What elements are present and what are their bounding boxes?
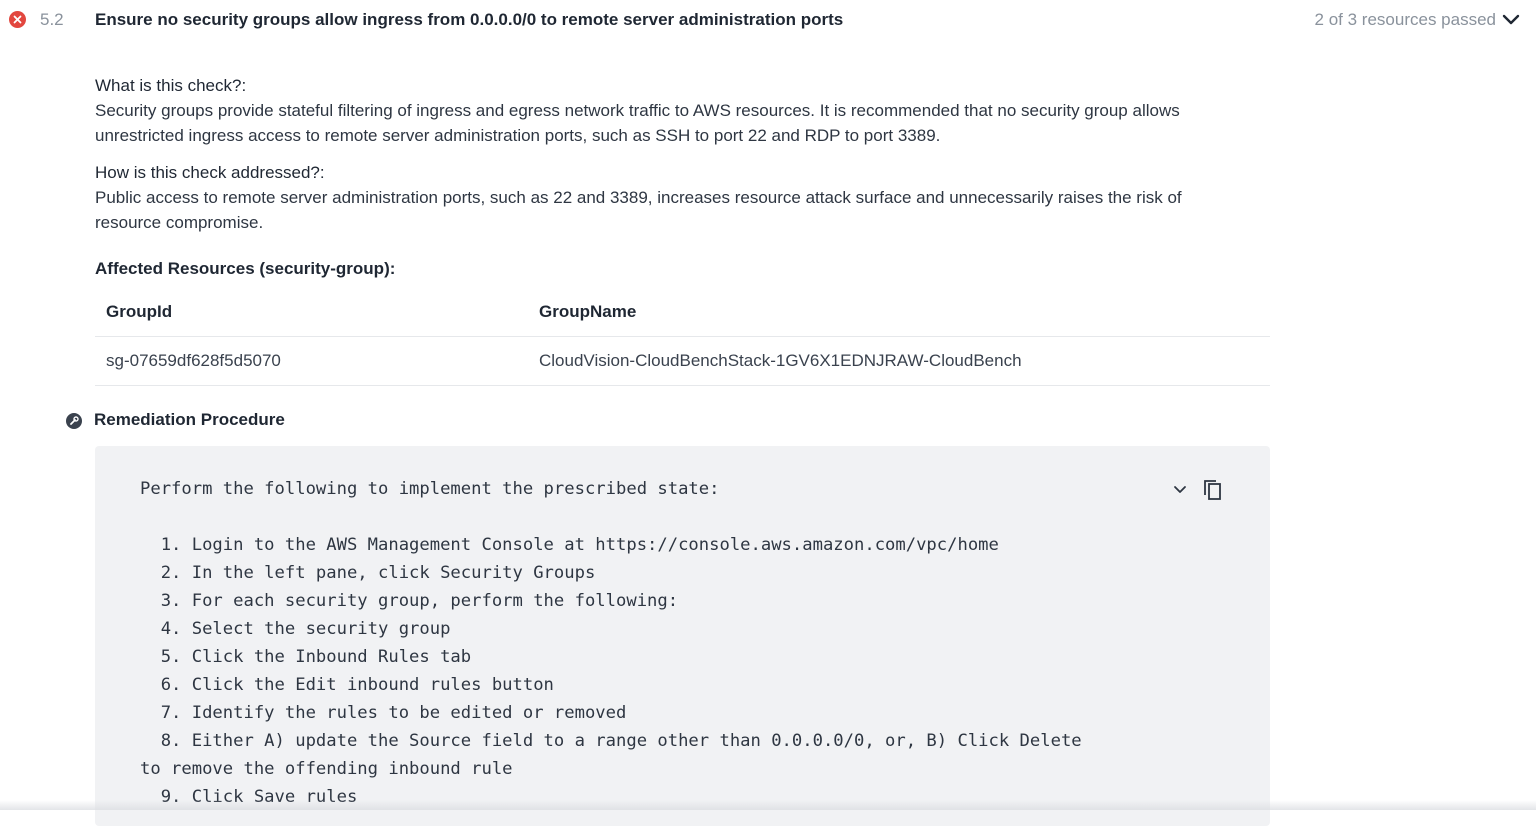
scroll-fade (0, 800, 1536, 810)
check-title: Ensure no security groups allow ingress … (95, 10, 844, 29)
chevron-down-icon[interactable] (1172, 483, 1188, 497)
what-is-this-check: What is this check?: Security groups pro… (95, 73, 1255, 148)
wrench-circle-icon (66, 413, 82, 429)
column-header-groupname[interactable]: GroupName (539, 302, 636, 322)
how-description-line: Public access to remote server administr… (95, 188, 1182, 207)
chevron-down-icon[interactable] (1501, 11, 1521, 29)
remediation-code-block: Perform the following to implement the p… (95, 446, 1270, 826)
code-step-line: 3. For each security group, perform the … (140, 591, 679, 611)
code-step-line: 1. Login to the AWS Management Console a… (140, 535, 999, 555)
check-header[interactable]: 5.2 Ensure no security groups allow ingr… (0, 0, 1536, 40)
code-step-line: to remove the offending inbound rule (140, 759, 513, 779)
table-header-row: GroupId GroupName (95, 290, 1270, 337)
resources-passed-count: 2 of 3 resources passed (1314, 10, 1496, 29)
how-description-line: resource compromise. (95, 213, 264, 232)
copy-icon[interactable] (1202, 478, 1224, 502)
affected-resources-table: GroupId GroupName sg-07659df628f5d5070 C… (95, 290, 1270, 386)
column-header-groupid[interactable]: GroupId (106, 302, 172, 322)
code-step-line: 5. Click the Inbound Rules tab (140, 647, 472, 667)
code-step-line: 7. Identify the rules to be edited or re… (140, 703, 627, 723)
what-description-line: Security groups provide stateful filteri… (95, 101, 1180, 120)
group-id-cell: sg-07659df628f5d5070 (106, 351, 281, 370)
code-step-line: 6. Click the Edit inbound rules button (140, 675, 554, 695)
how-label: How is this check addressed?: (95, 163, 325, 182)
table-row[interactable]: sg-07659df628f5d5070 CloudVision-CloudBe… (95, 337, 1270, 386)
code-step-line: 8. Either A) update the Source field to … (140, 731, 1082, 751)
affected-resources-title: Affected Resources (security-group): (95, 259, 396, 278)
code-intro-line: Perform the following to implement the p… (140, 479, 720, 499)
group-name-cell: CloudVision-CloudBenchStack-1GV6X1EDNJRA… (539, 351, 1022, 370)
code-step-line: 2. In the left pane, click Security Grou… (140, 563, 596, 583)
error-circle-icon (9, 11, 26, 28)
what-label: What is this check?: (95, 76, 247, 95)
remediation-procedure-title: Remediation Procedure (94, 410, 285, 429)
code-step-line: 4. Select the security group (140, 619, 451, 639)
how-is-check-addressed: How is this check addressed?: Public acc… (95, 160, 1255, 235)
what-description-line: unrestricted ingress access to remote se… (95, 126, 941, 145)
check-number: 5.2 (40, 10, 64, 29)
